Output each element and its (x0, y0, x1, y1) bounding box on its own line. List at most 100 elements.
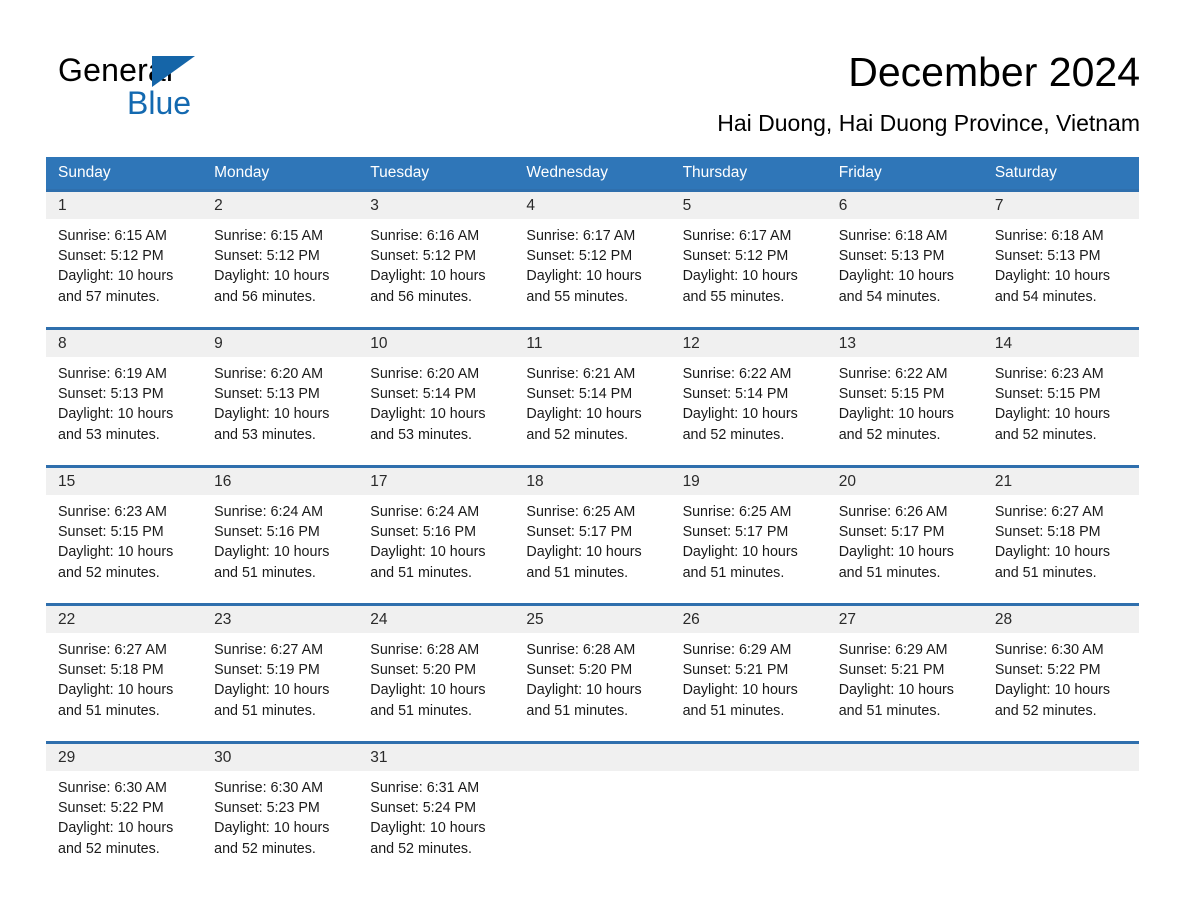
day-cell[interactable]: 20 Sunrise: 6:26 AM Sunset: 5:17 PM Dayl… (827, 468, 983, 603)
daylight-text-line1: Daylight: 10 hours (682, 406, 798, 423)
sunset-text: Sunset: 5:12 PM (370, 248, 476, 265)
day-cell[interactable]: 19 Sunrise: 6:25 AM Sunset: 5:17 PM Dayl… (671, 468, 827, 603)
day-cell[interactable]: 15 Sunrise: 6:23 AM Sunset: 5:15 PM Dayl… (46, 468, 202, 603)
day-number: 14 (994, 335, 1013, 352)
day-cell[interactable]: 9 Sunrise: 6:20 AM Sunset: 5:13 PM Dayli… (202, 330, 358, 465)
weekday-friday: Friday (838, 164, 882, 181)
day-cell[interactable]: 4 Sunrise: 6:17 AM Sunset: 5:12 PM Dayli… (514, 192, 670, 327)
daylight-text-line1: Daylight: 10 hours (214, 820, 330, 837)
day-number: 27 (838, 611, 856, 628)
day-number: 22 (58, 611, 76, 628)
sunset-text: Sunset: 5:15 PM (58, 524, 164, 541)
sunset-text: Sunset: 5:16 PM (214, 524, 320, 541)
sunrise-text: Sunrise: 6:16 AM (370, 228, 480, 244)
daylight-text-line2: and 52 minutes. (370, 840, 473, 857)
day-cell[interactable]: 10 Sunrise: 6:20 AM Sunset: 5:14 PM Dayl… (358, 330, 514, 465)
daylight-text-line1: Daylight: 10 hours (682, 544, 798, 561)
sunrise-text: Sunrise: 6:25 AM (682, 504, 792, 520)
day-cell[interactable]: 26 Sunrise: 6:29 AM Sunset: 5:21 PM Dayl… (671, 606, 827, 741)
logo-triangle-icon (152, 56, 195, 87)
sunrise-text: Sunrise: 6:27 AM (994, 504, 1104, 520)
day-cell[interactable]: 1 Sunrise: 6:15 AM Sunset: 5:12 PM Dayli… (46, 192, 202, 327)
day-cell[interactable]: 16 Sunrise: 6:24 AM Sunset: 5:16 PM Dayl… (202, 468, 358, 603)
sunrise-text: Sunrise: 6:23 AM (994, 366, 1104, 382)
day-number: 30 (214, 749, 232, 766)
day-cell-empty (514, 744, 670, 862)
sunset-text: Sunset: 5:13 PM (838, 248, 945, 265)
day-cell[interactable]: 25 Sunrise: 6:28 AM Sunset: 5:20 PM Dayl… (514, 606, 670, 741)
day-cell[interactable]: 24 Sunrise: 6:28 AM Sunset: 5:20 PM Dayl… (358, 606, 514, 741)
day-cell[interactable]: 29 Sunrise: 6:30 AM Sunset: 5:22 PM Dayl… (46, 744, 202, 862)
daylight-text-line1: Daylight: 10 hours (214, 682, 330, 699)
day-cell[interactable]: 23 Sunrise: 6:27 AM Sunset: 5:19 PM Dayl… (202, 606, 358, 741)
day-cell[interactable]: 18 Sunrise: 6:25 AM Sunset: 5:17 PM Dayl… (514, 468, 670, 603)
weekday-monday: Monday (214, 164, 270, 181)
daylight-text-line1: Daylight: 10 hours (682, 268, 798, 285)
sunrise-text: Sunrise: 6:22 AM (838, 366, 948, 382)
daylight-text-line2: and 52 minutes. (214, 840, 316, 857)
daylight-text-line2: and 55 minutes. (682, 288, 785, 305)
day-cell[interactable]: 2 Sunrise: 6:15 AM Sunset: 5:12 PM Dayli… (202, 192, 358, 327)
day-number: 13 (838, 335, 856, 352)
day-cell[interactable]: 14 Sunrise: 6:23 AM Sunset: 5:15 PM Dayl… (983, 330, 1139, 465)
daylight-text-line2: and 51 minutes. (370, 564, 473, 581)
daylight-text-line1: Daylight: 10 hours (370, 268, 486, 285)
day-cell[interactable]: 22 Sunrise: 6:27 AM Sunset: 5:18 PM Dayl… (46, 606, 202, 741)
day-cell[interactable]: 6 Sunrise: 6:18 AM Sunset: 5:13 PM Dayli… (827, 192, 983, 327)
day-number: 8 (58, 335, 67, 352)
daylight-text-line1: Daylight: 10 hours (994, 406, 1111, 423)
calendar-week-row: 15 Sunrise: 6:23 AM Sunset: 5:15 PM Dayl… (46, 465, 1139, 603)
day-number: 1 (58, 197, 67, 214)
sunset-text: Sunset: 5:17 PM (838, 524, 945, 541)
day-number: 2 (214, 197, 223, 214)
day-cell[interactable]: 17 Sunrise: 6:24 AM Sunset: 5:16 PM Dayl… (358, 468, 514, 603)
daylight-text-line2: and 53 minutes. (370, 426, 473, 443)
sunrise-text: Sunrise: 6:28 AM (370, 642, 480, 658)
sunrise-text: Sunrise: 6:31 AM (370, 780, 480, 796)
day-cell-empty (827, 744, 983, 862)
sunrise-text: Sunrise: 6:29 AM (838, 642, 948, 658)
day-cell[interactable]: 28 Sunrise: 6:30 AM Sunset: 5:22 PM Dayl… (983, 606, 1139, 741)
daylight-text-line2: and 51 minutes. (526, 702, 629, 719)
daylight-text-line2: and 51 minutes. (682, 702, 785, 719)
sunrise-text: Sunrise: 6:24 AM (214, 504, 324, 520)
sunrise-text: Sunrise: 6:30 AM (214, 780, 324, 796)
day-number: 19 (682, 473, 700, 490)
day-cell[interactable]: 31 Sunrise: 6:31 AM Sunset: 5:24 PM Dayl… (358, 744, 514, 862)
weekday-tuesday: Tuesday (370, 164, 430, 181)
day-number: 31 (370, 749, 388, 766)
daylight-text-line2: and 55 minutes. (526, 288, 629, 305)
daylight-text-line2: and 51 minutes. (214, 564, 316, 581)
sunset-text: Sunset: 5:12 PM (682, 248, 789, 265)
sunrise-text: Sunrise: 6:21 AM (526, 366, 636, 382)
day-cell[interactable]: 27 Sunrise: 6:29 AM Sunset: 5:21 PM Dayl… (827, 606, 983, 741)
daylight-text-line2: and 52 minutes. (58, 564, 160, 581)
day-cell[interactable]: 8 Sunrise: 6:19 AM Sunset: 5:13 PM Dayli… (46, 330, 202, 465)
sunrise-text: Sunrise: 6:17 AM (526, 228, 636, 244)
sunrise-text: Sunrise: 6:18 AM (994, 228, 1104, 244)
daylight-text-line2: and 54 minutes. (838, 288, 941, 305)
page-header: General Blue December 2024 Hai Duong, Ha… (46, 44, 1140, 144)
day-number: 7 (994, 197, 1004, 214)
day-cell[interactable]: 11 Sunrise: 6:21 AM Sunset: 5:14 PM Dayl… (514, 330, 670, 465)
day-cell[interactable]: 13 Sunrise: 6:22 AM Sunset: 5:15 PM Dayl… (827, 330, 983, 465)
day-cell[interactable]: 21 Sunrise: 6:27 AM Sunset: 5:18 PM Dayl… (983, 468, 1139, 603)
daylight-text-line1: Daylight: 10 hours (526, 406, 642, 423)
sunset-text: Sunset: 5:21 PM (682, 662, 789, 679)
day-cell[interactable]: 12 Sunrise: 6:22 AM Sunset: 5:14 PM Dayl… (671, 330, 827, 465)
sunset-text: Sunset: 5:14 PM (370, 386, 476, 403)
daylight-text-line1: Daylight: 10 hours (370, 820, 486, 837)
day-cell[interactable]: 30 Sunrise: 6:30 AM Sunset: 5:23 PM Dayl… (202, 744, 358, 862)
day-number: 24 (370, 611, 388, 628)
sunset-text: Sunset: 5:17 PM (526, 524, 633, 541)
day-cell[interactable]: 7 Sunrise: 6:18 AM Sunset: 5:13 PM Dayli… (983, 192, 1139, 327)
day-number: 9 (214, 335, 223, 352)
day-cell[interactable]: 5 Sunrise: 6:17 AM Sunset: 5:12 PM Dayli… (671, 192, 827, 327)
day-number: 23 (214, 611, 232, 628)
sunset-text: Sunset: 5:18 PM (58, 662, 164, 679)
daylight-text-line1: Daylight: 10 hours (58, 682, 174, 699)
daylight-text-line1: Daylight: 10 hours (58, 406, 174, 423)
sunset-text: Sunset: 5:21 PM (838, 662, 945, 679)
day-cell[interactable]: 3 Sunrise: 6:16 AM Sunset: 5:12 PM Dayli… (358, 192, 514, 327)
sunset-text: Sunset: 5:13 PM (214, 386, 320, 403)
